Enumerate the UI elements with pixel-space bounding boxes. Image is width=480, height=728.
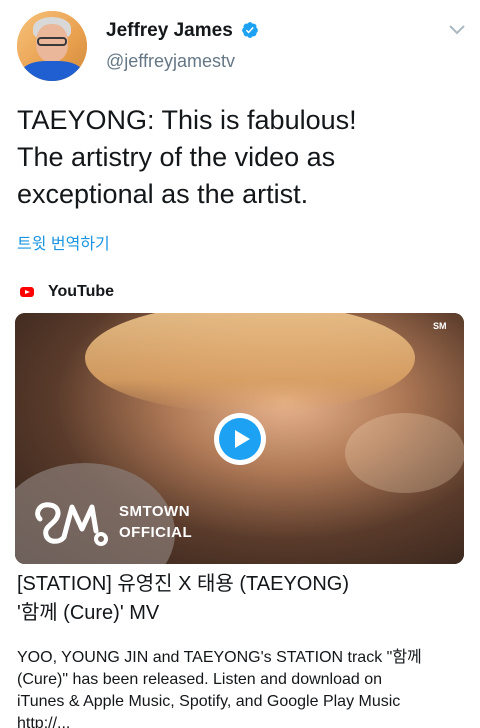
brand-line: OFFICIAL xyxy=(119,524,193,541)
card-source-name: YouTube xyxy=(48,283,115,300)
corner-watermark: SM xyxy=(433,321,447,331)
tweet-text: TAEYONG: This is fabulous! The artistry … xyxy=(17,102,467,213)
card-desc-line: http://... xyxy=(17,715,71,728)
chevron-down-icon[interactable] xyxy=(449,24,465,36)
card-title-line: [STATION] 유영진 X 태용 (TAEYONG) xyxy=(17,573,350,595)
card-desc-line: iTunes & Apple Music, Spotify, and Googl… xyxy=(17,693,401,710)
card-title[interactable]: [STATION] 유영진 X 태용 (TAEYONG) '함께 (Cure)'… xyxy=(17,570,467,628)
play-button[interactable] xyxy=(214,413,266,465)
card-desc-line: (Cure)" has been released. Listen and do… xyxy=(17,671,383,688)
tweet-text-line: TAEYONG: This is fabulous! xyxy=(17,105,357,135)
translate-tweet-link[interactable]: 트윗 번역하기 xyxy=(17,230,110,254)
user-name[interactable]: Jeffrey James xyxy=(106,20,233,42)
smtown-official-label: SMTOWN OFFICIAL xyxy=(119,501,192,543)
play-icon xyxy=(219,418,261,460)
video-thumbnail[interactable]: SM SMTOWN OFFICIAL xyxy=(15,313,464,564)
brand-line: SMTOWN xyxy=(119,503,191,520)
user-handle[interactable]: @jeffreyjamestv xyxy=(106,51,235,72)
card-description: YOO, YOUNG JIN and TAEYONG's STATION tra… xyxy=(17,647,467,728)
avatar[interactable] xyxy=(17,11,87,81)
youtube-icon xyxy=(20,287,34,297)
tweet-header: Jeffrey James @jeffreyjamestv xyxy=(0,0,480,90)
card-title-line: '함께 (Cure)' MV xyxy=(17,602,160,624)
tweet-text-line: exceptional as the artist. xyxy=(17,179,309,209)
card-desc-line: YOO, YOUNG JIN and TAEYONG's STATION tra… xyxy=(17,649,422,666)
tweet-text-line: The artistry of the video as xyxy=(17,142,336,172)
sm-entertainment-logo-icon xyxy=(35,502,108,546)
verified-badge-icon xyxy=(242,22,258,38)
card-source: YouTube xyxy=(20,280,114,304)
